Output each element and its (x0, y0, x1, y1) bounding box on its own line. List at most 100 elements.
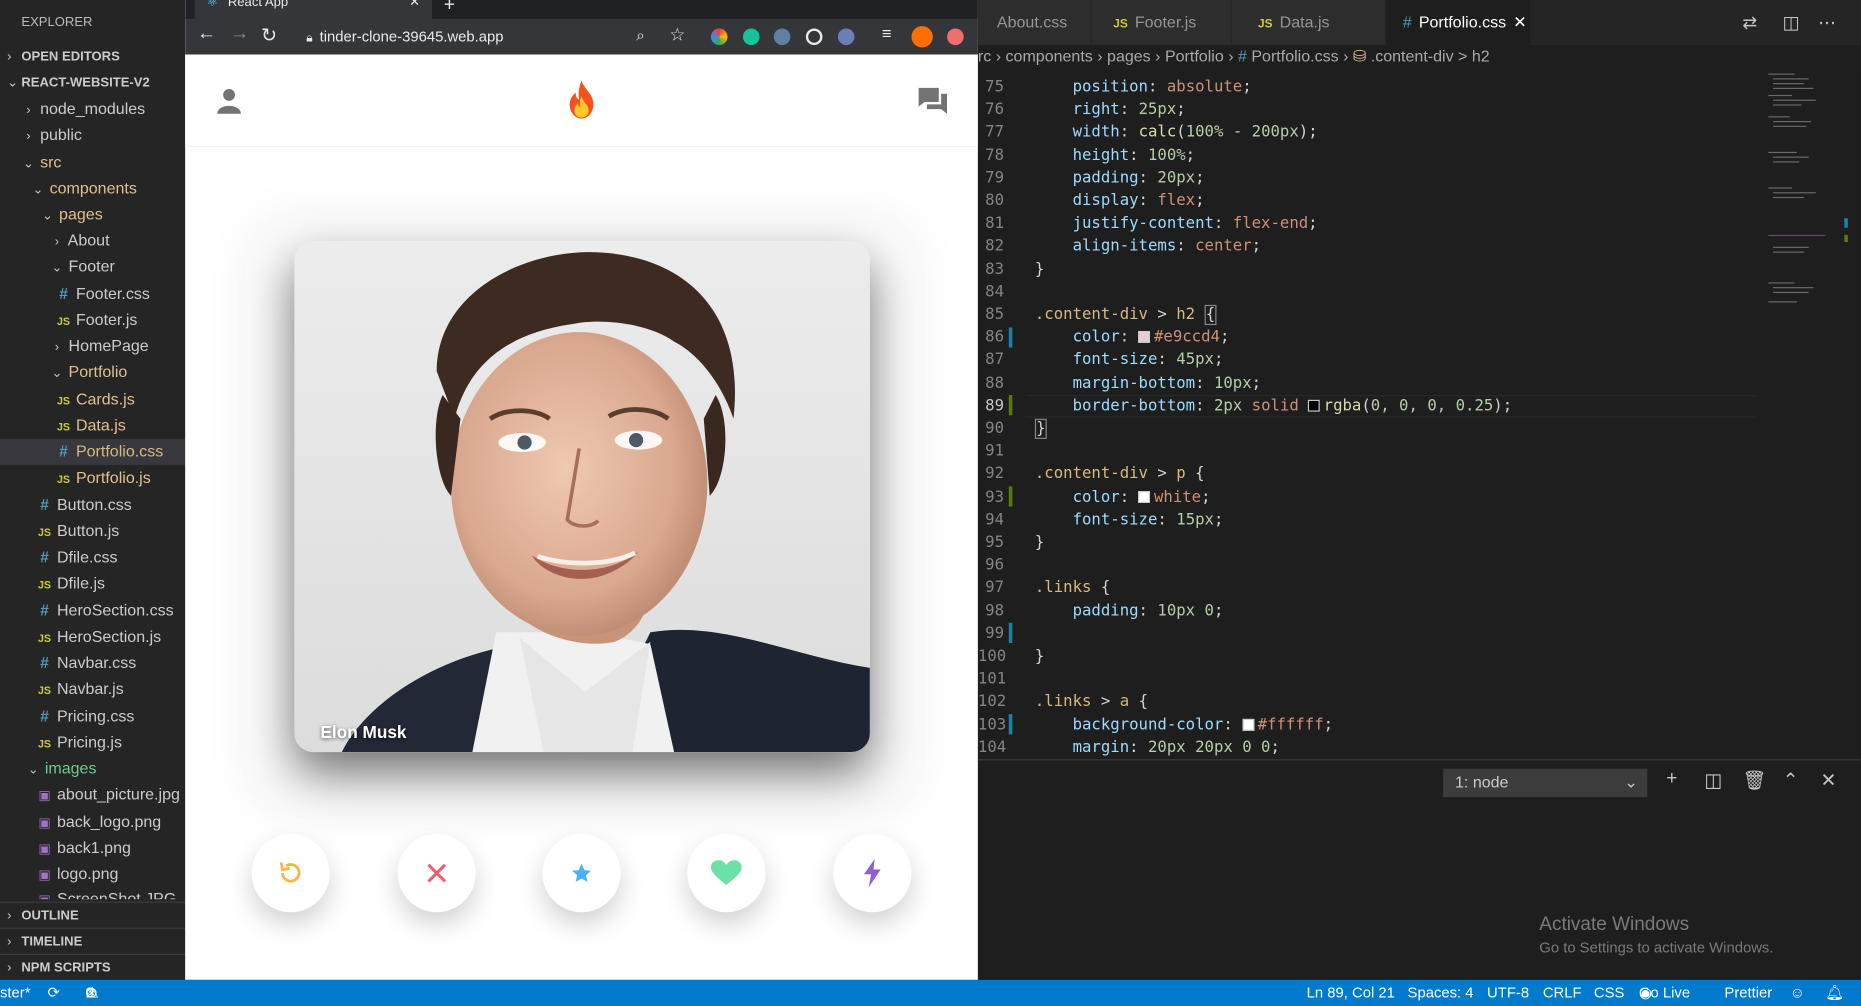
terminal-selector[interactable]: 1: node ⌄ (1443, 768, 1648, 798)
tree-folder-images[interactable]: ⌄ images (0, 756, 185, 782)
reading-list-icon[interactable]: ≡ (882, 24, 892, 43)
tree-folder-public[interactable]: › public (0, 122, 185, 148)
tree-file-data-js[interactable]: JS Data.js (0, 413, 185, 439)
tree-file-dfile-js[interactable]: JS Dfile.js (0, 571, 185, 597)
breadcrumb-item[interactable]: .content-div > h2 (1371, 47, 1490, 65)
section-outline[interactable]: › OUTLINE (0, 901, 186, 928)
tree-file-button-js[interactable]: JS Button.js (0, 518, 185, 544)
breadcrumb-item[interactable]: rc (978, 47, 991, 65)
profile-avatar[interactable] (911, 26, 933, 48)
chat-icon[interactable] (918, 87, 948, 114)
like-button[interactable] (687, 833, 766, 913)
tab-footer-js[interactable]: JS Footer.js (1091, 0, 1232, 46)
new-tab-icon[interactable]: + (444, 0, 455, 17)
grammarly-icon[interactable] (742, 28, 760, 46)
color-swatch[interactable] (1308, 399, 1321, 412)
breadcrumb-item[interactable]: Portfolio (1165, 47, 1224, 65)
tree-file-herosection-js[interactable]: JS HeroSection.js (0, 624, 185, 650)
color-swatch[interactable] (1138, 331, 1151, 344)
tree-file-back-logo[interactable]: ▣ back_logo.png (0, 809, 185, 835)
line-ending[interactable]: CRLF (1543, 980, 1582, 1006)
color-extension-icon[interactable] (710, 28, 728, 46)
section-timeline[interactable]: › TIMELINE (0, 927, 186, 954)
color-swatch[interactable] (1138, 490, 1151, 503)
tree-folder-about[interactable]: › About (0, 228, 185, 254)
dislike-button[interactable] (397, 833, 476, 913)
split-terminal-icon[interactable]: ◫ (1704, 769, 1722, 793)
notifications-icon[interactable]: 🔔︎ (1825, 980, 1844, 1006)
new-terminal-icon[interactable]: + (1666, 769, 1677, 790)
tree-file-dfile-css[interactable]: # Dfile.css (0, 545, 185, 571)
tree-folder-node-modules[interactable]: › node_modules (0, 96, 185, 122)
git-branch[interactable]: ster* (0, 980, 31, 1006)
tree-file-button-css[interactable]: # Button.css (0, 492, 185, 518)
code-area[interactable]: 75 76 77 78 79 80 81 82 83 84 85 86 87 8… (978, 76, 1761, 759)
sync-icon[interactable]: ⟳ (47, 980, 59, 1006)
undo-icon (279, 862, 301, 883)
color-swatch[interactable] (1242, 718, 1255, 731)
breadcrumb-item[interactable]: Portfolio.css (1251, 47, 1338, 65)
close-tab-icon[interactable]: ✕ (1513, 13, 1526, 31)
bookmark-star-icon[interactable]: ☆ (669, 24, 685, 45)
feedback-icon[interactable]: ☺ (1790, 980, 1805, 1006)
tree-file-pricing-js[interactable]: JS Pricing.js (0, 730, 185, 756)
maximize-panel-icon[interactable]: ⌃ (1783, 769, 1799, 793)
trash-icon[interactable]: 🗑︎ (1742, 769, 1766, 793)
language-mode[interactable]: CSS (1594, 980, 1625, 1006)
address-bar[interactable]: 🔒︎ tinder-clone-39645.web.app (294, 24, 674, 50)
encoding[interactable]: UTF-8 (1487, 980, 1529, 1006)
indentation[interactable]: Spaces: 4 (1408, 980, 1474, 1006)
tree-file-portfolio-css[interactable]: # Portfolio.css (0, 438, 186, 466)
boost-button[interactable] (833, 833, 912, 913)
update-icon[interactable] (947, 28, 964, 46)
section-project[interactable]: ⌄ REACT-WEBSITE-V2 (0, 70, 185, 96)
tree-file-navbar-css[interactable]: # Navbar.css (0, 650, 185, 676)
tree-folder-src[interactable]: ⌄ src (0, 149, 185, 175)
tree-file-logo[interactable]: ▣ logo.png (0, 861, 185, 887)
split-editor-icon[interactable]: ◫ (1783, 12, 1800, 33)
extension-icon[interactable] (837, 28, 855, 46)
prettier-status[interactable]: Prettier (1724, 980, 1772, 1006)
flame-logo-icon[interactable] (567, 80, 595, 119)
tab-data-js[interactable]: JS Data.js (1231, 0, 1387, 46)
tab-about-css[interactable]: About.css (977, 0, 1092, 46)
minimap[interactable] (1761, 68, 1861, 760)
tab-portfolio-css[interactable]: # Portfolio.css ✕ (1386, 0, 1531, 46)
superlike-button[interactable] (542, 833, 621, 913)
undo-button[interactable] (251, 833, 330, 913)
cursor-position[interactable]: Ln 89, Col 21 (1307, 980, 1395, 1006)
extension-icon[interactable] (805, 28, 823, 46)
zoom-icon[interactable]: ⌕ (636, 26, 645, 45)
breadcrumb-item[interactable]: components (1006, 47, 1093, 65)
reload-icon[interactable]: ↻ (261, 24, 277, 48)
tree-file-footer-css[interactable]: # Footer.css (0, 281, 185, 307)
tree-folder-footer[interactable]: ⌄ Footer (0, 254, 185, 280)
tree-file-pricing-css[interactable]: # Pricing.css (0, 703, 185, 729)
more-actions-icon[interactable]: ⋯ (1818, 12, 1836, 33)
tree-file-herosection-css[interactable]: # HeroSection.css (0, 598, 185, 624)
tree-file-footer-js[interactable]: JS Footer.js (0, 307, 185, 333)
breadcrumb-item[interactable]: pages (1107, 47, 1151, 65)
close-tab-icon[interactable]: ✕ (409, 0, 420, 14)
forward-icon[interactable]: → (230, 24, 249, 45)
extension-icon[interactable] (773, 28, 791, 46)
tree-file-back1[interactable]: ▣ back1.png (0, 835, 185, 861)
tree-folder-components[interactable]: ⌄ components (0, 176, 185, 202)
section-npm-scripts[interactable]: › NPM SCRIPTS (0, 953, 186, 980)
section-open-editors[interactable]: › OPEN EDITORS (0, 44, 185, 70)
tree-folder-homepage[interactable]: › HomePage (0, 333, 185, 359)
browser-tab[interactable]: ⚛ React App ✕ (194, 0, 432, 19)
tree-file-portfolio-js[interactable]: JS Portfolio.js (0, 465, 185, 491)
tree-file-screenshot[interactable]: ▣ScreenShot.JPG (0, 887, 185, 899)
tree-file-cards-js[interactable]: JS Cards.js (0, 387, 185, 413)
close-panel-icon[interactable]: ✕ (1821, 769, 1837, 793)
css-file-icon: # (40, 653, 49, 672)
profile-card[interactable]: Elon Musk (294, 240, 870, 753)
tree-file-navbar-js[interactable]: JS Navbar.js (0, 676, 185, 702)
tree-folder-portfolio[interactable]: ⌄ Portfolio (0, 359, 185, 385)
tree-file-about-picture[interactable]: ▣ about_picture.jpg (0, 782, 185, 808)
person-icon[interactable] (217, 88, 241, 114)
back-icon[interactable]: ← (197, 24, 216, 45)
compare-changes-icon[interactable]: ⇄ (1742, 12, 1757, 33)
tree-folder-pages[interactable]: ⌄ pages (0, 202, 185, 228)
